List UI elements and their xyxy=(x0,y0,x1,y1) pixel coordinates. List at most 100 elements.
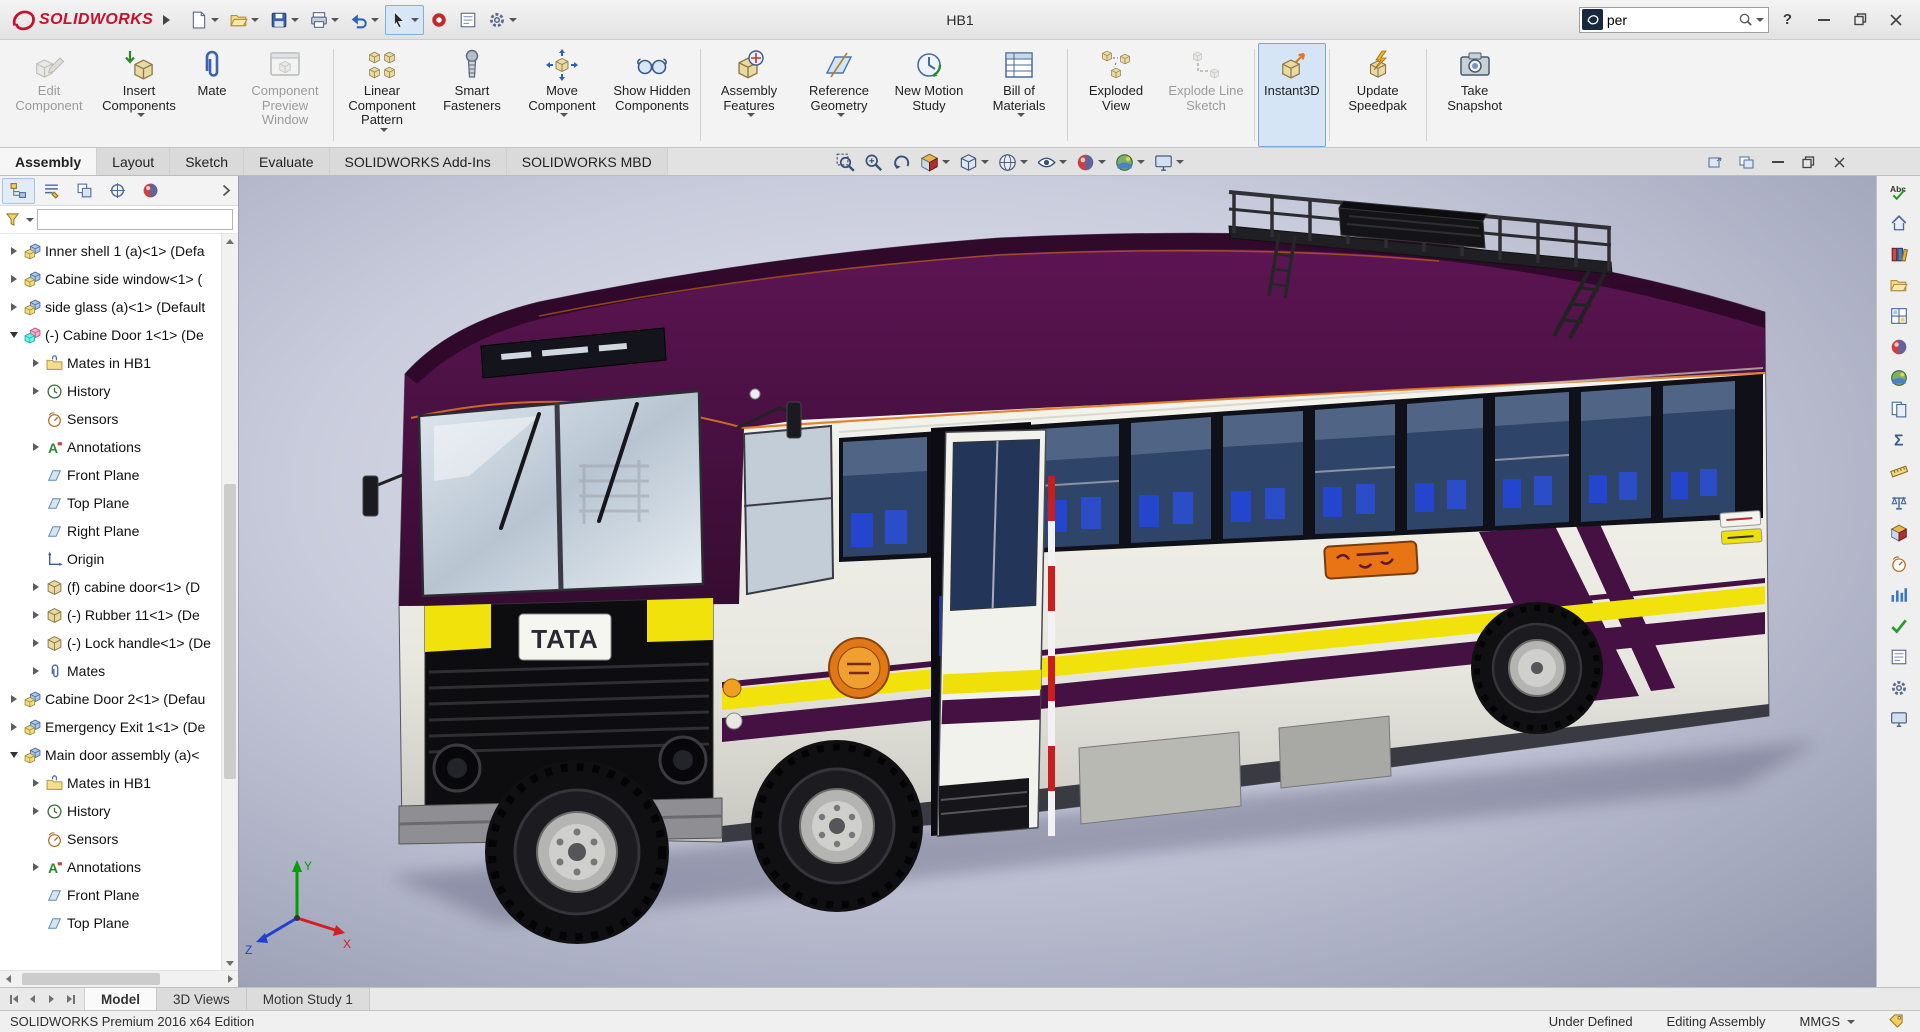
tree-filter-input[interactable] xyxy=(37,209,233,230)
tree-item[interactable]: Sensors xyxy=(0,825,238,853)
linear-component-pattern-button[interactable]: Linear Component Pattern xyxy=(337,43,427,147)
close-document-button[interactable] xyxy=(1825,150,1854,174)
chevron-down-icon[interactable] xyxy=(26,217,34,222)
restore-button[interactable] xyxy=(1842,5,1878,35)
search-box[interactable] xyxy=(1578,6,1769,33)
caret-right-icon[interactable] xyxy=(30,667,42,675)
statistics-button[interactable] xyxy=(1882,581,1916,608)
tab-solidworks-add-ins[interactable]: SOLIDWORKS Add-Ins xyxy=(329,148,507,175)
file-explorer-button[interactable] xyxy=(1882,271,1916,298)
view-settings-button[interactable] xyxy=(1151,149,1187,175)
tree-item[interactable]: Front Plane xyxy=(0,461,238,489)
model-scene[interactable]: TATA Y X Z xyxy=(239,176,1876,987)
scrollbar-thumb[interactable] xyxy=(22,973,161,985)
section-view-button[interactable] xyxy=(917,149,953,175)
assembly-features-button[interactable]: Assembly Features xyxy=(704,43,794,147)
menu-expand-arrow[interactable] xyxy=(159,13,173,27)
last-tab-button[interactable] xyxy=(63,992,78,1007)
caret-right-icon[interactable] xyxy=(8,695,20,703)
tree-item[interactable]: Right Plane xyxy=(0,517,238,545)
options-button[interactable] xyxy=(483,5,522,35)
tree-vertical-scrollbar[interactable] xyxy=(221,234,238,970)
scroll-down-arrow[interactable] xyxy=(222,956,238,970)
check-button[interactable] xyxy=(1882,612,1916,639)
dimxpertmanager-tab[interactable] xyxy=(101,178,134,204)
view-palette-button[interactable] xyxy=(1882,302,1916,329)
caret-right-icon[interactable] xyxy=(30,611,42,619)
scroll-left-arrow[interactable] xyxy=(0,971,16,987)
search-icon[interactable] xyxy=(1738,12,1753,27)
update-speedpak-button[interactable]: Update Speedpak xyxy=(1333,43,1423,147)
display-style-button[interactable] xyxy=(995,149,1031,175)
open-document-button[interactable] xyxy=(225,5,264,35)
restore-document-button[interactable] xyxy=(1794,150,1823,174)
tab-solidworks-mbd[interactable]: SOLIDWORKS MBD xyxy=(506,148,668,175)
cab-side-window[interactable] xyxy=(742,424,835,596)
design-library-button[interactable] xyxy=(1882,240,1916,267)
caret-right-icon[interactable] xyxy=(30,443,42,451)
close-button[interactable] xyxy=(1878,5,1914,35)
home-resources-button[interactable] xyxy=(1882,209,1916,236)
minimize-button[interactable] xyxy=(1806,5,1842,35)
tree-item[interactable]: Emergency Exit 1<1> (De xyxy=(0,713,238,741)
middle-wheel[interactable] xyxy=(751,740,923,912)
caret-right-icon[interactable] xyxy=(8,247,20,255)
tree-item[interactable]: (f) cabine door<1> (D xyxy=(0,573,238,601)
caret-right-icon[interactable] xyxy=(30,863,42,871)
tree-item[interactable]: side glass (a)<1> (Default xyxy=(0,293,238,321)
tag-icon[interactable] xyxy=(1889,1014,1904,1029)
sensors-button[interactable] xyxy=(1882,550,1916,577)
show-hidden-components-button[interactable]: Show Hidden Components xyxy=(607,43,697,147)
caret-right-icon[interactable] xyxy=(30,639,42,647)
propertymanager-tab[interactable] xyxy=(35,178,68,204)
tree-item[interactable]: Front Plane xyxy=(0,881,238,909)
design-journal-button[interactable] xyxy=(1882,643,1916,670)
screen-capture-button[interactable] xyxy=(1882,705,1916,732)
tab-layout[interactable]: Layout xyxy=(97,148,171,175)
scenes-button[interactable] xyxy=(1882,364,1916,391)
new-window-button[interactable] xyxy=(1732,150,1761,174)
take-snapshot-button[interactable]: Take Snapshot xyxy=(1430,43,1520,147)
zoom-to-fit-button[interactable] xyxy=(833,149,858,175)
reference-geometry-button[interactable]: Reference Geometry xyxy=(794,43,884,147)
tree-item[interactable]: History xyxy=(0,377,238,405)
tree-item[interactable]: Cabine side window<1> ( xyxy=(0,265,238,293)
search-input[interactable] xyxy=(1602,11,1738,28)
new-motion-study-button[interactable]: New Motion Study xyxy=(884,43,974,147)
hide-show-items-button[interactable] xyxy=(1034,149,1070,175)
save-button[interactable] xyxy=(265,5,304,35)
appearances-button[interactable] xyxy=(1882,333,1916,360)
scroll-right-arrow[interactable] xyxy=(222,971,238,987)
bill-of-materials-button[interactable]: Bill of Materials xyxy=(974,43,1064,147)
tab-sketch[interactable]: Sketch xyxy=(170,148,245,175)
smart-fasteners-button[interactable]: Smart Fasteners xyxy=(427,43,517,147)
caret-down-icon[interactable] xyxy=(8,332,20,338)
panel-flyout-arrow[interactable] xyxy=(216,179,236,203)
tree-item[interactable]: Mates in HB1 xyxy=(0,349,238,377)
scrollbar-thumb[interactable] xyxy=(224,484,236,779)
equations-button[interactable] xyxy=(1882,426,1916,453)
model-tab[interactable]: Model xyxy=(85,988,157,1010)
caret-right-icon[interactable] xyxy=(8,275,20,283)
tree-item[interactable]: Cabine Door 2<1> (Defau xyxy=(0,685,238,713)
instant3d-button[interactable]: Instant3D xyxy=(1258,43,1326,147)
tree-item[interactable]: Origin xyxy=(0,545,238,573)
caret-right-icon[interactable] xyxy=(30,779,42,787)
view-orientation-button[interactable] xyxy=(956,149,992,175)
units-selector[interactable]: MMGS xyxy=(1800,1014,1855,1029)
previous-view-button[interactable] xyxy=(889,149,914,175)
move-component-button[interactable]: Move Component xyxy=(517,43,607,147)
help-button[interactable]: ? xyxy=(1777,11,1798,28)
mate-button[interactable]: Mate xyxy=(184,43,240,147)
caret-right-icon[interactable] xyxy=(30,359,42,367)
configurationmanager-tab[interactable] xyxy=(68,178,101,204)
3d-views-tab[interactable]: 3D Views xyxy=(157,988,247,1010)
search-scope-caret-icon[interactable] xyxy=(1755,17,1764,22)
mass-properties-button[interactable] xyxy=(1882,488,1916,515)
undo-button[interactable] xyxy=(345,5,384,35)
tree-item[interactable]: (-) Lock handle<1> (De xyxy=(0,629,238,657)
tree-item[interactable]: History xyxy=(0,797,238,825)
featuremanager-tab[interactable] xyxy=(2,177,35,204)
custom-properties-button[interactable] xyxy=(1882,395,1916,422)
new-document-button[interactable] xyxy=(185,5,224,35)
